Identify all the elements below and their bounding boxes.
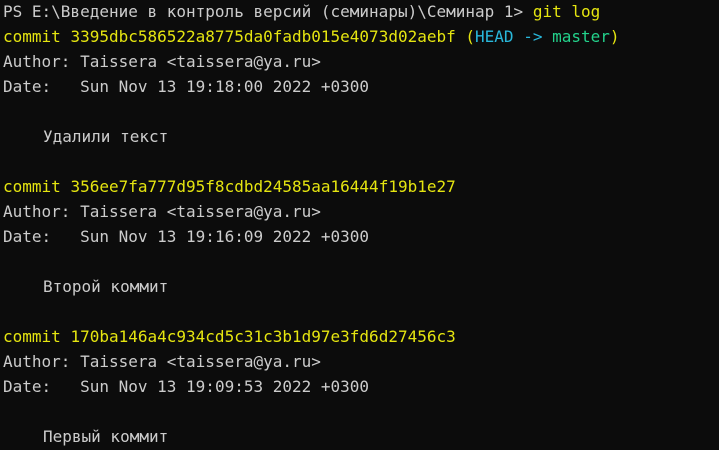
ref-branch: master xyxy=(552,27,610,46)
ref-close: ) xyxy=(609,27,620,46)
date-line: Date: Sun Nov 13 19:18:00 2022 +0300 xyxy=(3,74,719,99)
commit-message: Удалили текст xyxy=(43,127,169,146)
author-line: Author: Taissera <taissera@ya.ru> xyxy=(3,49,719,74)
date-label: Date: xyxy=(3,227,52,246)
commit-hash: 3395dbc586522a8775da0fadb015e4073d02aebf xyxy=(70,27,456,46)
ref-head: HEAD -> xyxy=(475,27,553,46)
commit-hash: 356ee7fa777d95f8cdbd24585aa16444f19b1e27 xyxy=(70,177,456,196)
author-label: Author: xyxy=(3,52,71,71)
author-label: Author: xyxy=(3,202,71,221)
commit-label: commit xyxy=(3,177,61,196)
date-line: Date: Sun Nov 13 19:16:09 2022 +0300 xyxy=(3,224,719,249)
commit-line: commit 356ee7fa777d95f8cdbd24585aa16444f… xyxy=(3,174,719,199)
commit-line: commit 3395dbc586522a8775da0fadb015e4073… xyxy=(3,24,719,49)
date-value: Sun Nov 13 19:09:53 2022 +0300 xyxy=(80,377,370,396)
commit-line: commit 170ba146a4c934cd5c31c3b1d97e3fd6d… xyxy=(3,324,719,349)
author-value: Taissera <taissera@ya.ru> xyxy=(80,52,321,71)
author-line: Author: Taissera <taissera@ya.ru> xyxy=(3,199,719,224)
author-line: Author: Taissera <taissera@ya.ru> xyxy=(3,349,719,374)
commit-message: Второй коммит xyxy=(43,277,169,296)
date-line: Date: Sun Nov 13 19:09:53 2022 +0300 xyxy=(3,374,719,399)
commit-message: Первый коммит xyxy=(43,427,169,446)
commit-label: commit xyxy=(3,327,61,346)
author-value: Taissera <taissera@ya.ru> xyxy=(80,352,321,371)
author-value: Taissera <taissera@ya.ru> xyxy=(80,202,321,221)
prompt-line: PS E:\Введение в контроль версий (семина… xyxy=(3,0,719,24)
author-label: Author: xyxy=(3,352,71,371)
prompt-command: git log xyxy=(532,2,601,21)
prompt-path: PS E:\Введение в контроль версий (семина… xyxy=(3,2,533,21)
commit-hash: 170ba146a4c934cd5c31c3b1d97e3fd6d27456c3 xyxy=(70,327,456,346)
terminal-window[interactable]: PS E:\Введение в контроль версий (семина… xyxy=(0,0,719,450)
date-value: Sun Nov 13 19:18:00 2022 +0300 xyxy=(80,77,370,96)
date-label: Date: xyxy=(3,377,52,396)
date-value: Sun Nov 13 19:16:09 2022 +0300 xyxy=(80,227,370,246)
date-label: Date: xyxy=(3,77,52,96)
ref-open: ( xyxy=(465,27,476,46)
commit-label: commit xyxy=(3,27,61,46)
